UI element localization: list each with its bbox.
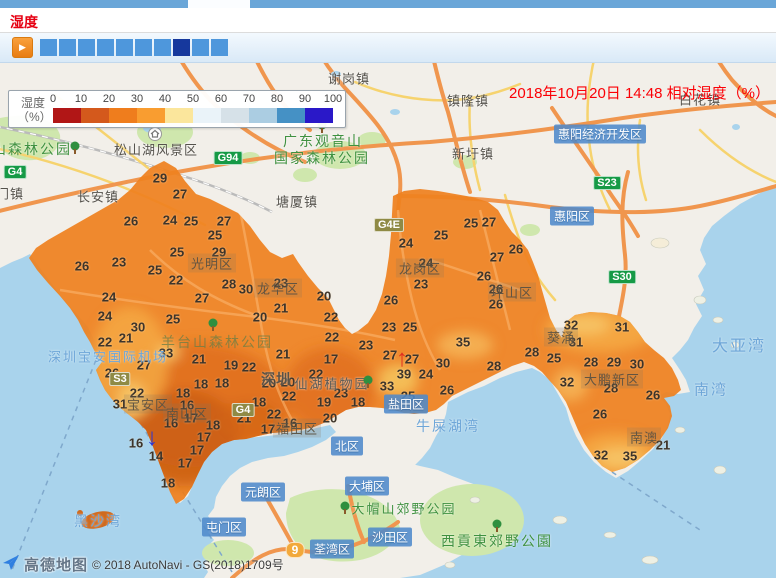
amap-logo-icon bbox=[2, 553, 20, 576]
timestamp-text: 2018年10月20日 14:48 相对湿度（%） bbox=[509, 82, 770, 103]
map-attribution: 高德地图 © 2018 AutoNavi - GS(2018)1709号 bbox=[2, 553, 284, 576]
legend-color-block bbox=[137, 108, 165, 123]
legend-tick: 60 bbox=[215, 93, 227, 105]
legend-tick: 30 bbox=[131, 93, 143, 105]
timeline-step-9[interactable] bbox=[192, 39, 209, 56]
legend-color-block bbox=[165, 108, 193, 123]
legend-tick: 70 bbox=[243, 93, 255, 105]
legend-color-block bbox=[53, 108, 81, 123]
amap-brand: 高德地图 bbox=[24, 554, 88, 575]
legend-tick: 10 bbox=[75, 93, 87, 105]
legend-color-block bbox=[109, 108, 137, 123]
legend-color-block bbox=[305, 108, 333, 123]
player-bar: ▶ bbox=[0, 33, 776, 63]
legend-tick: 40 bbox=[159, 93, 171, 105]
title-bar: 湿度 bbox=[0, 8, 776, 33]
legend-tick: 80 bbox=[271, 93, 283, 105]
timeline-step-3[interactable] bbox=[78, 39, 95, 56]
timeline-step-7[interactable] bbox=[154, 39, 171, 56]
timeline-step-4[interactable] bbox=[97, 39, 114, 56]
legend-color-block bbox=[81, 108, 109, 123]
page-title: 湿度 bbox=[10, 12, 38, 32]
island-blob bbox=[77, 508, 116, 532]
legend-tick: 50 bbox=[187, 93, 199, 105]
legend-color-block bbox=[193, 108, 221, 123]
timeline-step-2[interactable] bbox=[59, 39, 76, 56]
legend-unit: （%） bbox=[17, 108, 52, 125]
legend-tick: 20 bbox=[103, 93, 115, 105]
timeline-step-1[interactable] bbox=[40, 39, 57, 56]
humidity-map-page: 2927262425272525292326252228302327242120… bbox=[0, 0, 776, 578]
timeline-steps bbox=[40, 39, 230, 56]
timeline-step-8[interactable] bbox=[173, 39, 190, 56]
legend-color-block bbox=[249, 108, 277, 123]
legend-tick: 90 bbox=[299, 93, 311, 105]
timeline-step-5[interactable] bbox=[116, 39, 133, 56]
copyright-text: © 2018 AutoNavi - GS(2018)1709号 bbox=[92, 556, 284, 573]
humidity-legend: 湿度 （%） 0102030405060708090100 bbox=[8, 90, 346, 128]
timeline-step-6[interactable] bbox=[135, 39, 152, 56]
legend-color-block bbox=[277, 108, 305, 123]
top-strip bbox=[0, 0, 776, 8]
legend-tick: 0 bbox=[50, 93, 56, 105]
legend-color-block bbox=[221, 108, 249, 123]
play-button[interactable]: ▶ bbox=[12, 37, 33, 58]
timeline-step-10[interactable] bbox=[211, 39, 228, 56]
legend-tick: 100 bbox=[324, 93, 342, 105]
